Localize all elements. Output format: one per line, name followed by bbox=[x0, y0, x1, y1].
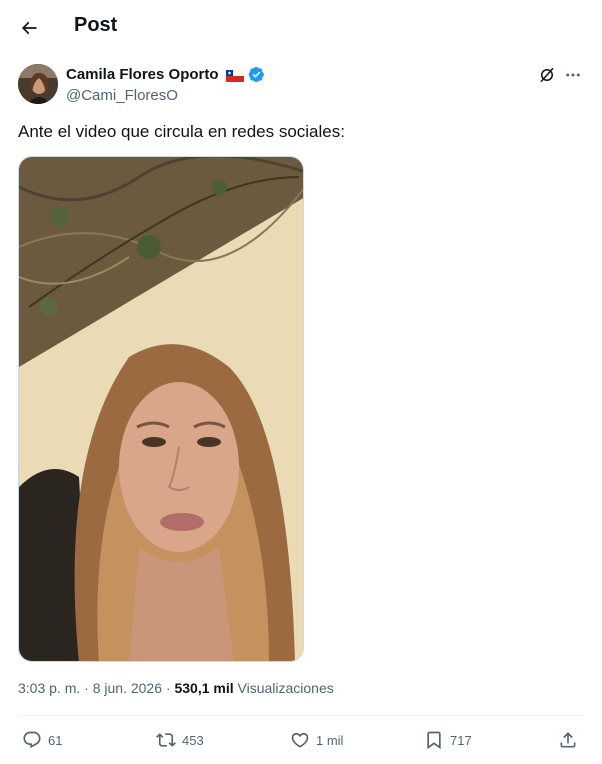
grok-button[interactable] bbox=[536, 64, 558, 86]
grok-icon bbox=[540, 67, 554, 83]
share-button[interactable] bbox=[558, 726, 578, 754]
like-button[interactable]: 1 mil bbox=[290, 726, 343, 754]
meta-separator: · bbox=[84, 680, 89, 696]
repost-count: 453 bbox=[182, 732, 204, 748]
chile-flag-icon bbox=[225, 69, 244, 82]
post-time[interactable]: 3:03 p. m. bbox=[18, 680, 80, 696]
bookmark-icon bbox=[427, 731, 441, 750]
views-count: 530,1 mil bbox=[174, 680, 234, 696]
more-dots-icon bbox=[566, 73, 580, 77]
action-bar: 61 453 1 mil 717 bbox=[18, 726, 584, 754]
share-icon bbox=[560, 732, 576, 748]
repost-button[interactable]: 453 bbox=[156, 726, 204, 754]
post-video[interactable] bbox=[18, 156, 304, 662]
divider bbox=[18, 715, 584, 716]
bookmark-count: 717 bbox=[450, 732, 472, 748]
bookmark-button[interactable]: 717 bbox=[424, 726, 472, 754]
author-handle[interactable]: @Cami_FloresO bbox=[66, 87, 178, 104]
meta-separator: · bbox=[165, 680, 171, 696]
repost-icon bbox=[156, 733, 176, 747]
more-button[interactable] bbox=[562, 64, 584, 86]
post-text: Ante el video que circula en redes socia… bbox=[18, 122, 345, 141]
heart-icon bbox=[291, 732, 309, 748]
reply-count: 61 bbox=[48, 732, 63, 748]
reply-icon bbox=[23, 731, 41, 749]
post-meta: 3:03 p. m. · 8 jun. 2026 · 530,1 mil Vis… bbox=[18, 680, 334, 696]
avatar[interactable] bbox=[18, 64, 58, 104]
page-title: Post bbox=[74, 14, 118, 36]
like-count: 1 mil bbox=[316, 732, 344, 748]
post-header: Post bbox=[0, 0, 602, 54]
views-label: Visualizaciones bbox=[237, 680, 334, 696]
back-button[interactable] bbox=[12, 11, 46, 45]
post-date[interactable]: 8 jun. 2026 bbox=[93, 680, 162, 696]
verified-badge-icon bbox=[248, 66, 265, 83]
post-author: Camila Flores Oporto @Cami_FloresO bbox=[18, 64, 584, 108]
author-name[interactable]: Camila Flores Oporto bbox=[66, 66, 219, 83]
arrow-left-icon bbox=[21, 21, 37, 35]
reply-button[interactable]: 61 bbox=[22, 726, 62, 754]
